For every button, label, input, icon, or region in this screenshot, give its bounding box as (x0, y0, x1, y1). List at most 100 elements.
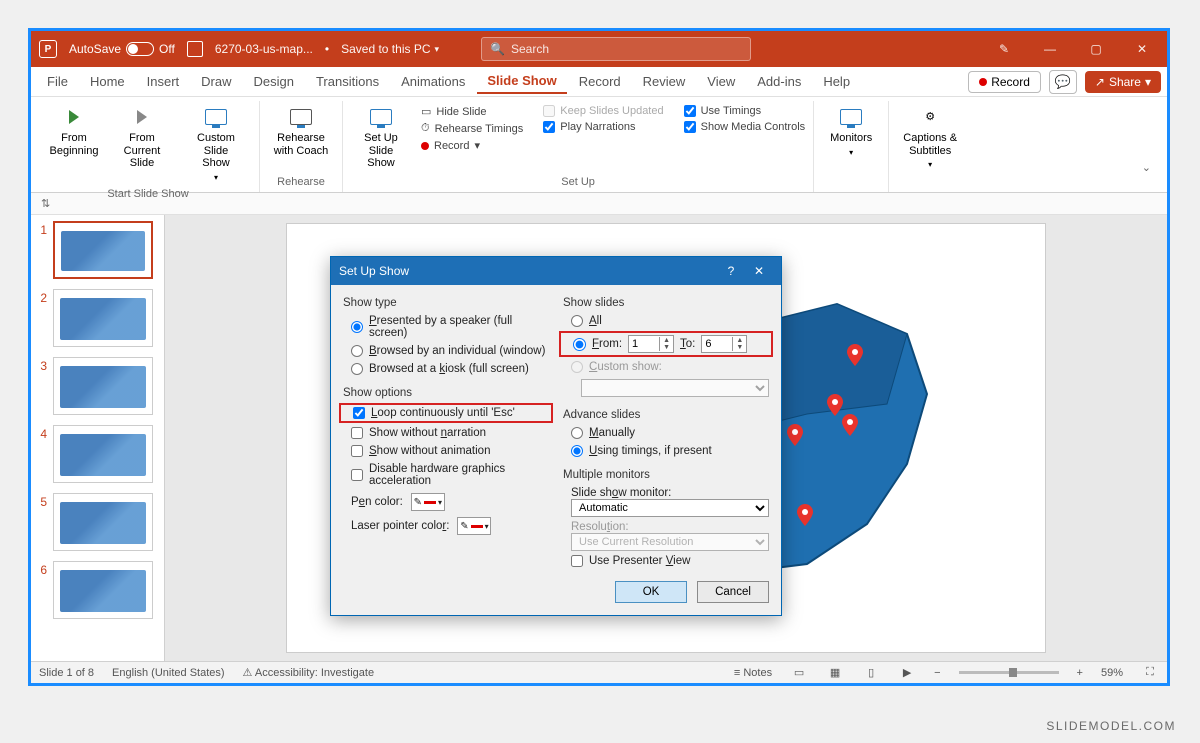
without-narration-checkbox[interactable]: Show without narration (343, 427, 549, 439)
view-sorter-icon[interactable]: ▦ (826, 666, 844, 680)
zoom-slider[interactable] (959, 671, 1059, 674)
map-pin-icon (797, 504, 813, 526)
resolution-select: Use Current Resolution (571, 533, 769, 551)
loop-continuously-checkbox[interactable]: Loop continuously until 'Esc' (345, 407, 547, 419)
showtype-presented-radio[interactable]: Presented by a speaker (full screen) (343, 315, 549, 339)
rehearse-coach-button[interactable]: Rehearse with Coach (268, 101, 334, 161)
tab-addins[interactable]: Add-ins (747, 70, 811, 93)
captions-button[interactable]: ⚙ Captions & Subtitles ▾ (897, 101, 963, 173)
slide-thumbnail[interactable] (53, 221, 153, 279)
comments-button[interactable]: 💬 (1049, 70, 1077, 94)
map-pin-icon (847, 344, 863, 366)
from-spinner[interactable]: ▲▼ (628, 335, 674, 353)
tab-help[interactable]: Help (813, 70, 860, 93)
custom-slideshow-button[interactable]: Custom Slide Show ▾ (181, 101, 251, 186)
tab-home[interactable]: Home (80, 70, 135, 93)
zoom-value[interactable]: 59% (1101, 667, 1123, 679)
monitors-group-label: Multiple monitors (563, 469, 769, 481)
dialog-titlebar: Set Up Show ? ✕ (331, 257, 781, 285)
showslides-from-radio[interactable] (573, 338, 586, 351)
maximize-button[interactable]: ▢ (1079, 37, 1113, 61)
tab-insert[interactable]: Insert (137, 70, 190, 93)
overflow-icon[interactable]: ⇅ (41, 197, 50, 210)
tab-record[interactable]: Record (569, 70, 631, 93)
play-narrations-checkbox[interactable]: Play Narrations (543, 121, 663, 133)
app-logo-icon: P (39, 40, 57, 58)
cancel-button[interactable]: Cancel (697, 581, 769, 603)
tab-animations[interactable]: Animations (391, 70, 475, 93)
autosave-toggle[interactable]: AutoSave Off (69, 42, 175, 56)
tab-view[interactable]: View (697, 70, 745, 93)
autosave-state: Off (159, 42, 175, 56)
slide-thumbnail[interactable] (53, 289, 153, 347)
keep-slides-updated-checkbox: Keep Slides Updated (543, 105, 663, 117)
slide-thumbnail[interactable] (53, 493, 153, 551)
custom-show-radio: Custom show: (563, 361, 769, 373)
view-normal-icon[interactable]: ▭ (790, 666, 808, 680)
setup-slideshow-button[interactable]: Set Up Slide Show (351, 101, 411, 174)
close-button[interactable]: ✕ (745, 264, 773, 278)
showtype-browsed-individual-radio[interactable]: Browsed by an individual (window) (343, 345, 549, 357)
minimize-button[interactable]: — (1033, 37, 1067, 61)
save-icon[interactable] (187, 41, 203, 57)
status-language[interactable]: English (United States) (112, 667, 225, 679)
monitors-button[interactable]: Monitors ▾ (822, 101, 880, 161)
filename[interactable]: 6270-03-us-map... (215, 42, 313, 56)
presenter-view-checkbox[interactable]: Use Presenter View (571, 555, 769, 567)
ribbon-collapse-button[interactable]: ⌄ (1142, 101, 1161, 192)
showslides-all-radio[interactable]: All (563, 315, 769, 327)
from-current-button[interactable]: From Current Slide (113, 101, 171, 174)
zoom-out-button[interactable]: − (934, 667, 940, 679)
ribbon-tabs: File Home Insert Draw Design Transitions… (31, 67, 1167, 97)
close-button[interactable]: ✕ (1125, 37, 1159, 61)
search-input[interactable]: 🔍 Search (481, 37, 751, 61)
fit-window-icon[interactable]: ⛶ (1141, 666, 1159, 680)
tab-design[interactable]: Design (244, 70, 304, 93)
chevron-down-icon: ▾ (435, 44, 440, 55)
pen-color-button[interactable]: ✎▾ (411, 493, 445, 511)
monitor-icon (370, 109, 392, 125)
status-bar: Slide 1 of 8 English (United States) ⚠ A… (31, 661, 1167, 683)
to-spinner[interactable]: ▲▼ (701, 335, 747, 353)
monitor-icon (840, 109, 862, 125)
showslides-group-label: Show slides (563, 297, 769, 309)
hide-slide-button[interactable]: ▭ Hide Slide (421, 105, 523, 118)
to-label: To: (680, 338, 695, 350)
map-pin-icon (827, 394, 843, 416)
status-accessibility[interactable]: ⚠ Accessibility: Investigate (243, 666, 375, 679)
from-beginning-button[interactable]: From Beginning (45, 101, 103, 161)
saved-location[interactable]: Saved to this PC ▾ (341, 42, 439, 56)
record-button[interactable]: Record (968, 71, 1041, 93)
disable-hw-checkbox[interactable]: Disable hardware graphics acceleration (343, 463, 549, 487)
slide-thumbnail[interactable] (53, 561, 153, 619)
pen-color-label: Pen color: (351, 496, 403, 508)
advance-timings-radio[interactable]: Using timings, if present (563, 445, 769, 457)
advance-manually-radio[interactable]: Manually (563, 427, 769, 439)
tab-transitions[interactable]: Transitions (306, 70, 389, 93)
pen-icon[interactable]: ✎ (987, 37, 1021, 61)
slide-thumbnail[interactable] (53, 425, 153, 483)
view-slideshow-icon[interactable]: ▶ (898, 666, 916, 680)
view-reading-icon[interactable]: ▯ (862, 666, 880, 680)
laser-color-button[interactable]: ✎▾ (457, 517, 491, 535)
tab-draw[interactable]: Draw (191, 70, 241, 93)
rehearse-timings-button[interactable]: ⏱ Rehearse Timings (421, 122, 523, 135)
monitor-icon (205, 109, 227, 125)
share-button[interactable]: ↗ Share ▾ (1085, 71, 1161, 93)
tab-slide-show[interactable]: Slide Show (477, 69, 566, 94)
without-animation-checkbox[interactable]: Show without animation (343, 445, 549, 457)
showtype-browsed-kiosk-radio[interactable]: Browsed at a kiosk (full screen) (343, 363, 549, 375)
record-dot-icon (979, 78, 987, 86)
record-menu-button[interactable]: Record ▾ (421, 139, 523, 152)
status-slide: Slide 1 of 8 (39, 667, 94, 679)
show-media-controls-checkbox[interactable]: Show Media Controls (684, 121, 806, 133)
help-button[interactable]: ? (717, 264, 745, 278)
use-timings-checkbox[interactable]: Use Timings (684, 105, 806, 117)
tab-review[interactable]: Review (633, 70, 696, 93)
slideshow-monitor-select[interactable]: Automatic (571, 499, 769, 517)
ok-button[interactable]: OK (615, 581, 687, 603)
notes-button[interactable]: ≡ Notes (734, 667, 772, 679)
tab-file[interactable]: File (37, 70, 78, 93)
slide-thumbnail[interactable] (53, 357, 153, 415)
zoom-in-button[interactable]: + (1077, 667, 1083, 679)
